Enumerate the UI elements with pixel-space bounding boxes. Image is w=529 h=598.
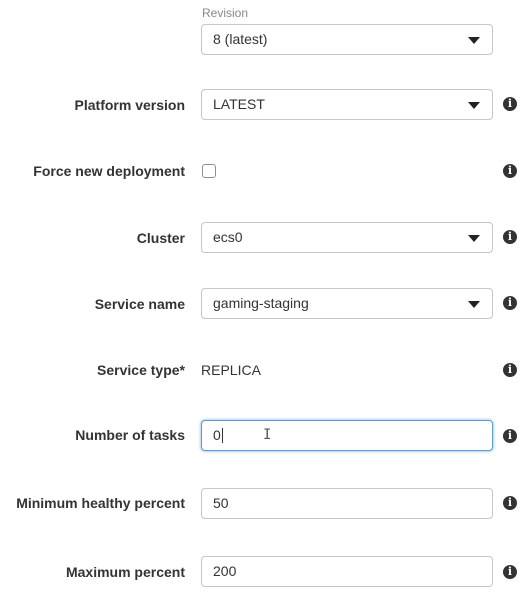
platform-version-value: LATEST [213,96,265,112]
info-icon[interactable]: i [503,164,517,178]
info-icon[interactable]: i [503,230,517,244]
info-icon[interactable]: i [503,496,517,510]
info-icon[interactable]: i [503,429,517,443]
minimum-healthy-percent-value: 50 [213,495,229,511]
service-name-select[interactable]: gaming-staging [201,288,493,319]
number-of-tasks-label: Number of tasks [75,427,185,443]
force-new-deployment-checkbox[interactable] [202,164,216,178]
maximum-percent-input[interactable]: 200 [201,556,493,587]
platform-version-select[interactable]: LATEST [201,89,493,120]
service-name-value: gaming-staging [213,295,309,311]
revision-select[interactable]: 8 (latest) [201,24,493,55]
number-of-tasks-input[interactable]: 0 I [201,420,493,451]
revision-caption: Revision [202,6,249,20]
platform-version-label: Platform version [74,97,185,113]
info-icon[interactable]: i [503,296,517,310]
service-type-value: REPLICA [201,362,261,378]
revision-select-value: 8 (latest) [213,31,268,47]
maximum-percent-label: Maximum percent [65,564,185,580]
info-icon[interactable]: i [503,565,517,579]
cluster-value: ecs0 [213,229,243,245]
number-of-tasks-value: 0 [213,427,221,443]
cluster-select[interactable]: ecs0 [201,222,493,253]
service-type-label: Service type* [97,362,185,378]
minimum-healthy-percent-input[interactable]: 50 [201,488,493,519]
text-cursor-icon: I [263,427,272,443]
force-new-deployment-label: Force new deployment [33,163,185,179]
info-icon[interactable]: i [503,97,517,111]
minimum-healthy-percent-label: Minimum healthy percent [16,495,185,511]
text-caret [221,427,223,443]
cluster-label: Cluster [136,230,185,246]
service-name-label: Service name [94,296,185,312]
maximum-percent-value: 200 [213,563,237,579]
info-icon[interactable]: i [503,363,517,377]
